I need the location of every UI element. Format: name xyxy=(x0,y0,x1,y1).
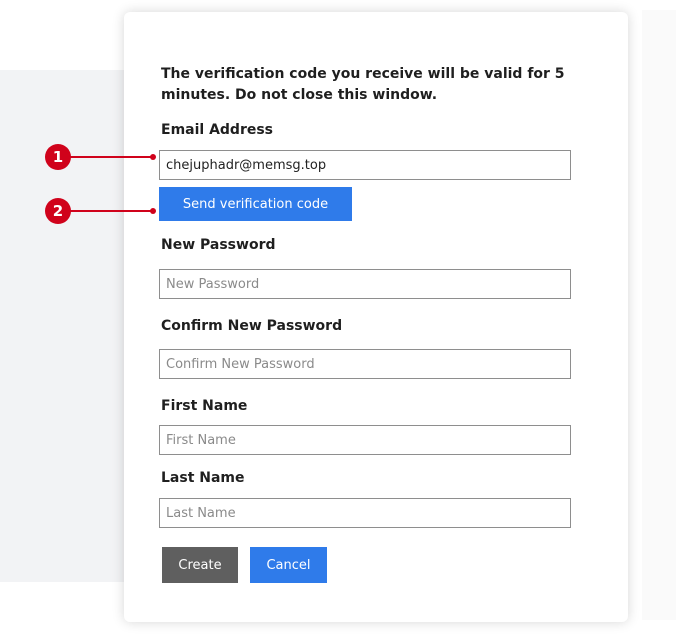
last-name-label: Last Name xyxy=(161,470,245,486)
confirm-password-field[interactable] xyxy=(159,349,571,379)
first-name-field[interactable] xyxy=(159,425,571,455)
callout-pointer-2 xyxy=(150,208,156,214)
confirm-password-label: Confirm New Password xyxy=(161,318,343,334)
first-name-label: First Name xyxy=(161,398,248,414)
last-name-field[interactable] xyxy=(159,498,571,528)
email-label: Email Address xyxy=(161,122,274,138)
callout-line-2 xyxy=(70,210,152,212)
callout-badge-1: 1 xyxy=(45,144,71,170)
callout-pointer-1 xyxy=(150,154,156,160)
verification-notice: The verification code you receive will b… xyxy=(161,66,565,103)
send-verification-code-button[interactable]: Send verification code xyxy=(159,187,352,221)
callout-line-1 xyxy=(70,156,152,158)
new-password-label: New Password xyxy=(161,237,276,253)
new-password-field[interactable] xyxy=(159,269,571,299)
email-field[interactable] xyxy=(159,150,571,180)
background-panel-right xyxy=(642,10,676,620)
create-button[interactable]: Create xyxy=(162,547,238,583)
callout-badge-2: 2 xyxy=(45,198,71,224)
cancel-button[interactable]: Cancel xyxy=(250,547,327,583)
